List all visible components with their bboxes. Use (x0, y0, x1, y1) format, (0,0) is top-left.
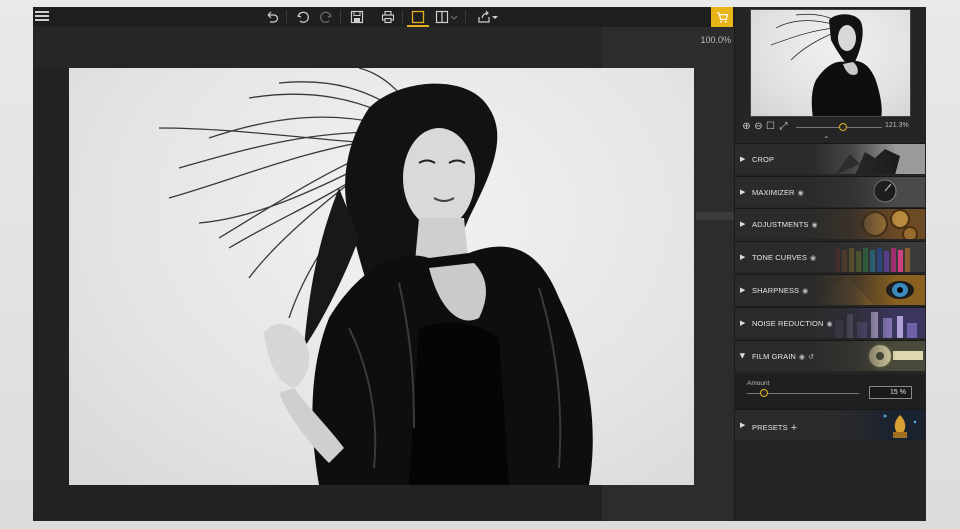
expand-arrow-icon[interactable]: ▶ (740, 253, 745, 261)
expand-arrow-icon[interactable]: ▶ (740, 220, 745, 228)
app-window: 100.0% ⊕ ⊖ ☐ ⤢ 121.3% ⌃ ▶ CROP ▶ MAXIMIZ… (33, 7, 926, 521)
share-icon[interactable] (476, 8, 492, 25)
panel-presets-label: PRESETS + (752, 422, 798, 434)
amount-value-input[interactable]: 15 % (869, 386, 912, 399)
zoom-out-icon[interactable]: ⊖ (753, 121, 764, 133)
panel-sharpness-label: SHARPNESS ◉ (752, 286, 809, 295)
image-workspace[interactable]: 100.0% (33, 27, 734, 521)
reset-icon[interactable]: ↺ (808, 353, 814, 361)
expand-arrow-icon[interactable]: ▶ (740, 188, 745, 196)
redo-icon[interactable] (318, 8, 334, 25)
visibility-eye-icon[interactable]: ◉ (812, 221, 818, 229)
single-view-icon[interactable] (410, 8, 426, 25)
panel-maximizer[interactable]: ▶ MAXIMIZER ◉ (735, 176, 925, 207)
film-grain-controls: Amount 15 % (735, 374, 925, 409)
zoom-in-icon[interactable]: ⊕ (741, 121, 752, 133)
visibility-eye-icon[interactable]: ◉ (802, 287, 808, 295)
portrait-image (158, 68, 593, 485)
split-view-icon[interactable] (434, 8, 450, 25)
navigator-zoom-value: 121.3% (885, 122, 909, 129)
visibility-eye-icon[interactable]: ◉ (810, 254, 816, 262)
visibility-eye-icon[interactable]: ◉ (798, 189, 804, 197)
expand-arrow-icon[interactable]: ▶ (740, 421, 745, 429)
menu-icon[interactable] (35, 9, 49, 23)
panel-presets[interactable]: ▶ PRESETS + (735, 409, 925, 440)
panel-tone-curves-label: TONE CURVES ◉ (752, 253, 817, 262)
visibility-eye-icon[interactable]: ◉ (799, 353, 805, 361)
chevron-down-icon[interactable] (491, 8, 499, 25)
panel-maximizer-label: MAXIMIZER ◉ (752, 188, 804, 197)
toolbar-separator (340, 10, 341, 23)
visibility-eye-icon[interactable]: ◉ (827, 320, 833, 328)
side-panel: ⊕ ⊖ ☐ ⤢ 121.3% ⌃ ▶ CROP ▶ MAXIMIZER ◉ ▶ … (734, 7, 926, 521)
expand-arrow-icon[interactable]: ▶ (740, 155, 745, 163)
toolbar-separator (286, 10, 287, 23)
expand-arrow-icon[interactable]: ▶ (740, 319, 745, 327)
collapse-arrow-icon[interactable]: ▶ (739, 353, 747, 358)
navigator-zoom-row: ⊕ ⊖ ☐ ⤢ 121.3% (741, 121, 925, 135)
zoom-slider-knob[interactable] (839, 123, 847, 131)
cart-icon (716, 11, 728, 23)
actual-size-icon[interactable]: ⤢ (778, 121, 789, 133)
undo-all-icon[interactable] (264, 8, 280, 25)
print-icon[interactable] (380, 8, 396, 25)
zoom-percentage: 100.0% (700, 35, 731, 45)
panel-noise-reduction[interactable]: ▶ NOISE REDUCTION ◉ (735, 307, 925, 338)
chevron-down-icon[interactable] (450, 8, 458, 25)
cart-button[interactable] (711, 7, 733, 27)
panel-adjustments[interactable]: ▶ ADJUSTMENTS ◉ (735, 208, 925, 239)
panel-film-grain-label: FILM GRAIN ◉ ↺ (752, 352, 815, 361)
panel-crop-label: CROP (752, 155, 775, 164)
panel-sharpness[interactable]: ▶ SHARPNESS ◉ (735, 274, 925, 305)
panel-adjustments-label: ADJUSTMENTS ◉ (752, 220, 818, 229)
fit-icon[interactable]: ☐ (765, 121, 776, 133)
panel-tone-curves[interactable]: ▶ TONE CURVES ◉ (735, 241, 925, 272)
toolbar-separator (402, 10, 403, 23)
add-preset-icon[interactable]: + (791, 422, 798, 434)
undo-icon[interactable] (295, 8, 311, 25)
expand-arrow-icon[interactable]: ▶ (740, 286, 745, 294)
navigator-thumbnail[interactable] (750, 9, 911, 117)
save-icon[interactable] (349, 8, 365, 25)
toolbar-separator (465, 10, 466, 23)
amount-slider-knob[interactable] (759, 389, 768, 397)
amount-label: Amount (747, 380, 770, 387)
photo-canvas[interactable] (69, 68, 694, 485)
workspace-top-strip (33, 27, 602, 67)
panel-film-grain[interactable]: ▶ FILM GRAIN ◉ ↺ (735, 340, 925, 371)
panel-crop[interactable]: ▶ CROP (735, 143, 925, 174)
panel-noise-reduction-label: NOISE REDUCTION ◉ (752, 319, 833, 328)
workspace-scroll-marker (696, 212, 734, 220)
navigator-preview-image (770, 13, 882, 116)
